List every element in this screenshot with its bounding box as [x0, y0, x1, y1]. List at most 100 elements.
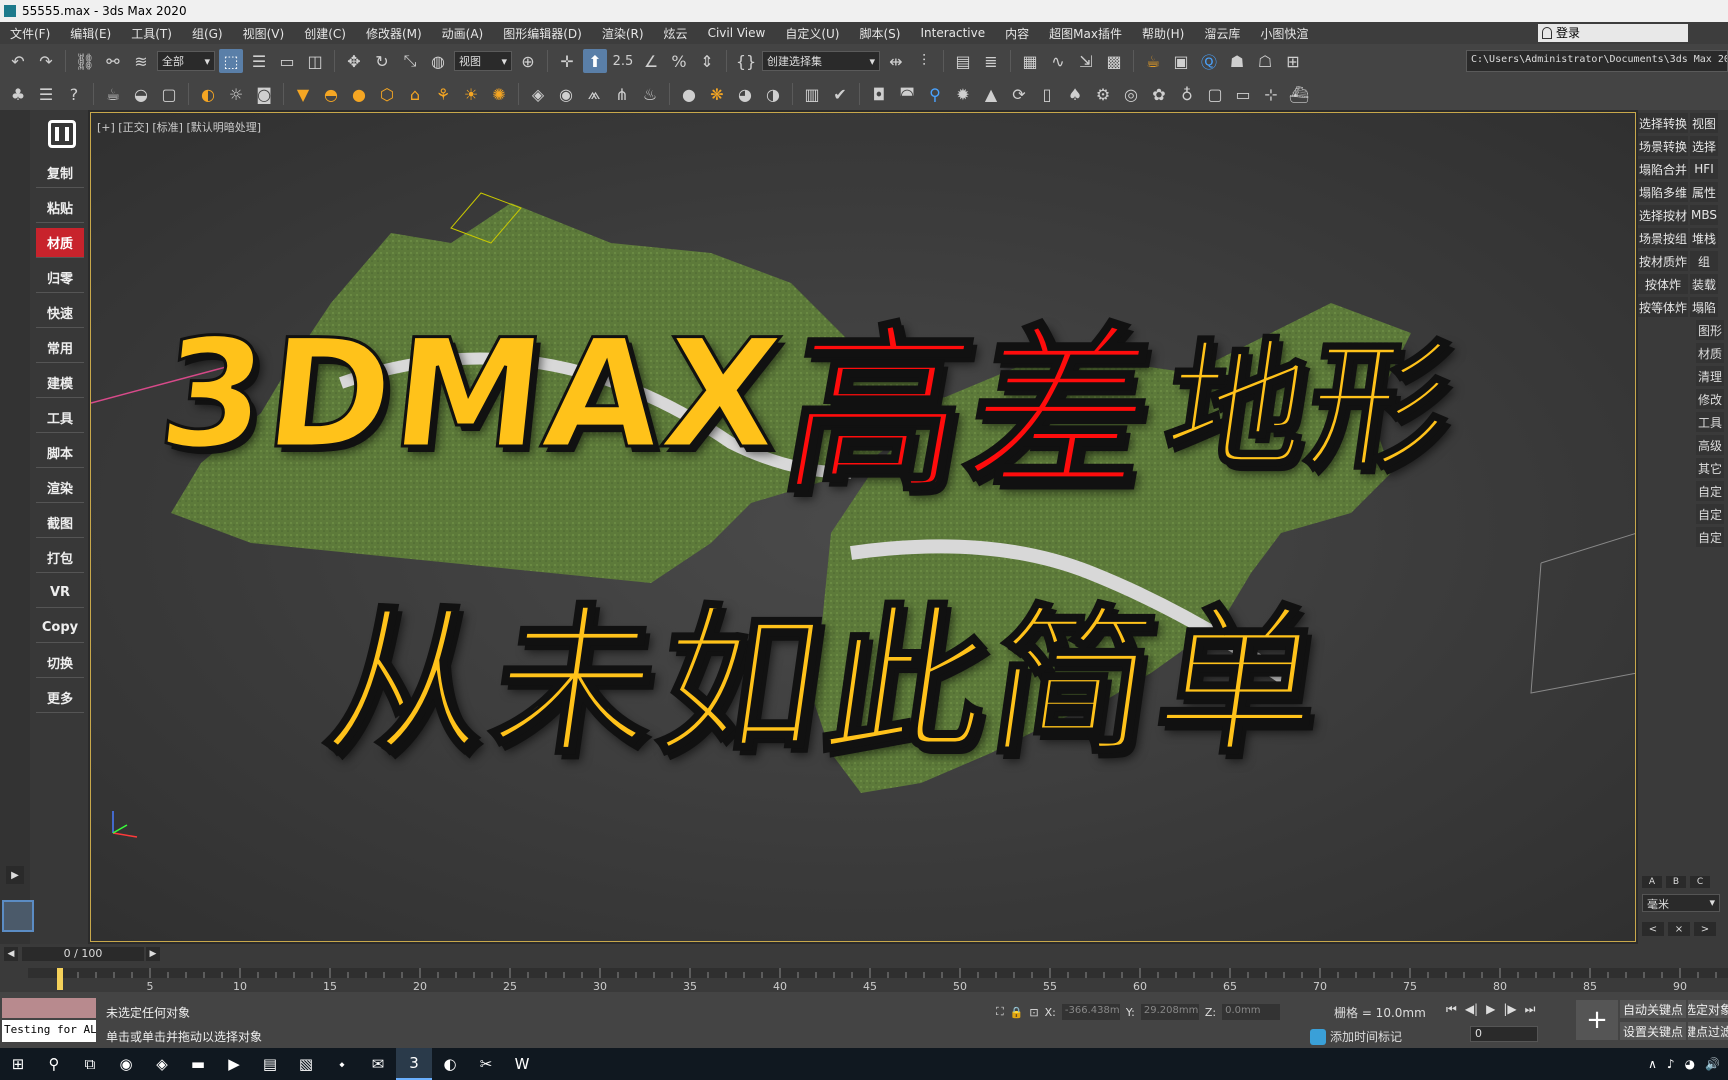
menu-view[interactable]: 视图(V): [233, 25, 295, 42]
scale-icon[interactable]: ⤡: [398, 49, 422, 73]
media-player-icon[interactable]: ▶: [216, 1048, 252, 1080]
plant-icon[interactable]: ♠: [1063, 82, 1087, 106]
menu-group[interactable]: 组(G): [182, 25, 233, 42]
named-selection-dropdown[interactable]: 创建选择集 ▾: [762, 51, 880, 71]
spinner-snap-icon[interactable]: ⇕: [695, 49, 719, 73]
select-object-icon[interactable]: ⬚: [219, 49, 243, 73]
move-icon[interactable]: ✥: [342, 49, 366, 73]
rp-a-button[interactable]: A: [1642, 876, 1662, 888]
plugin-reset[interactable]: 归零: [36, 263, 84, 293]
browser-icon[interactable]: ◐: [432, 1048, 468, 1080]
ies-light-icon[interactable]: ⌂: [403, 82, 427, 106]
rp-scene-by-group[interactable]: 场景按组: [1638, 228, 1688, 248]
menu-xuanyun[interactable]: 炫云: [654, 25, 698, 42]
plugin-script[interactable]: 脚本: [36, 438, 84, 468]
cd-icon[interactable]: ◎: [1119, 82, 1143, 106]
rp-select-convert[interactable]: 选择转换: [1638, 113, 1688, 133]
chevron-left-icon[interactable]: ◀: [4, 947, 18, 961]
selected-dropdown[interactable]: 选定对象: [1688, 1000, 1728, 1018]
rendered-frame-window-icon[interactable]: ▣: [1169, 49, 1193, 73]
reference-coordinate-dropdown[interactable]: 视图 ▾: [454, 51, 512, 71]
plugin-material[interactable]: 材质: [36, 228, 84, 258]
frame-display[interactable]: 0 / 100: [22, 947, 144, 961]
maxscript-listener[interactable]: Testing for ALL: [2, 1020, 96, 1042]
select-manipulate-icon[interactable]: ✛: [555, 49, 579, 73]
menu-edit[interactable]: 编辑(E): [60, 25, 121, 42]
qr-render-icon[interactable]: Ⓠ: [1197, 49, 1221, 73]
crosshair-icon[interactable]: ⊹: [1259, 82, 1283, 106]
pivot-point-icon[interactable]: ⊕: [516, 49, 540, 73]
plugin-paste[interactable]: 粘贴: [36, 193, 84, 223]
undo-icon[interactable]: ↶: [6, 49, 30, 73]
rp-prev-button[interactable]: <: [1642, 922, 1664, 936]
frame-buffer-icon[interactable]: ▥: [800, 82, 824, 106]
rp-next-button[interactable]: >: [1694, 922, 1716, 936]
dome-icon[interactable]: ◒: [129, 82, 153, 106]
rectangle-selection-icon[interactable]: ▭: [275, 49, 299, 73]
folder-icon[interactable]: ▬: [180, 1048, 216, 1080]
auto-key-button[interactable]: 自动关键点: [1620, 1000, 1686, 1018]
rp-custom-2[interactable]: 自定: [1696, 504, 1724, 524]
x-coord-field[interactable]: -366.438mm: [1061, 1004, 1120, 1020]
mesh-light-icon[interactable]: ⬡: [375, 82, 399, 106]
proxy-icon[interactable]: ◈: [526, 82, 550, 106]
rp-tools[interactable]: 工具: [1696, 412, 1724, 432]
rp-advanced[interactable]: 高级: [1696, 435, 1724, 455]
sky-icon[interactable]: ✺: [487, 82, 511, 106]
render-setup-icon[interactable]: ☕: [1141, 49, 1165, 73]
3dsmax-taskbar-icon[interactable]: 3: [396, 1048, 432, 1080]
rp-custom-1[interactable]: 自定: [1696, 481, 1724, 501]
rp-hfi[interactable]: HFI: [1690, 159, 1718, 179]
task-view-icon[interactable]: ⧉: [72, 1048, 108, 1080]
chrome-icon[interactable]: ◉: [108, 1048, 144, 1080]
microphone-icon[interactable]: ♪: [1667, 1057, 1675, 1071]
menu-rendering[interactable]: 渲染(R): [592, 25, 654, 42]
app-icon-2[interactable]: ◈: [144, 1048, 180, 1080]
sun-icon[interactable]: ☀: [459, 82, 483, 106]
ribbon-icon[interactable]: ▦: [1018, 49, 1042, 73]
dome-light-icon[interactable]: ◓: [319, 82, 343, 106]
qq-icon[interactable]: ◕: [1685, 1057, 1695, 1071]
curve-editor-icon[interactable]: ∿: [1046, 49, 1070, 73]
material-slot-icon[interactable]: ◐: [196, 82, 220, 106]
menu-interactive[interactable]: Interactive: [910, 26, 995, 40]
selection-filter-dropdown[interactable]: 全部 ▾: [157, 51, 215, 71]
plugin-copy-en[interactable]: Copy: [36, 613, 84, 643]
plugin-common[interactable]: 常用: [36, 333, 84, 363]
plugin-modeling[interactable]: 建模: [36, 368, 84, 398]
place-icon[interactable]: ◍: [426, 49, 450, 73]
chevron-up-icon[interactable]: ∧: [1648, 1057, 1657, 1071]
palette-icon[interactable]: ◕: [733, 82, 757, 106]
grid-layout-icon[interactable]: ⊞: [1281, 49, 1305, 73]
box-icon[interactable]: ▢: [157, 82, 181, 106]
rp-stack[interactable]: 堆栈: [1690, 228, 1718, 248]
sphere-light-icon[interactable]: ●: [347, 82, 371, 106]
rp-b-button[interactable]: B: [1666, 876, 1686, 888]
add-time-tag[interactable]: 添加时间标记: [1310, 1028, 1402, 1045]
rotate-icon[interactable]: ↻: [370, 49, 394, 73]
gear-icon[interactable]: ⚙: [1091, 82, 1115, 106]
menu-quick-render[interactable]: 小图快渲: [1250, 25, 1318, 42]
plugin-pack[interactable]: 打包: [36, 543, 84, 573]
ambient-light-icon[interactable]: ⚘: [431, 82, 455, 106]
pin-icon[interactable]: ⬩: [324, 1048, 360, 1080]
fur-icon[interactable]: ⩕: [582, 82, 606, 106]
rp-group[interactable]: 组: [1690, 251, 1718, 271]
material-convert-icon[interactable]: ◑: [761, 82, 785, 106]
rp-load[interactable]: 装载: [1690, 274, 1718, 294]
expand-arrow-icon[interactable]: ▶: [6, 866, 24, 884]
window-crossing-icon[interactable]: ◫: [303, 49, 327, 73]
spotlight-icon[interactable]: ▼: [291, 82, 315, 106]
plugin-quick[interactable]: 快速: [36, 298, 84, 328]
menu-customize[interactable]: 自定义(U): [775, 25, 849, 42]
rp-collapse[interactable]: 塌陷: [1690, 297, 1718, 317]
menu-content[interactable]: 内容: [995, 25, 1039, 42]
track-bar[interactable]: 5 10 15 20 25 30 35 40 45 50 55 60 65 70 75 80 85 90: [0, 964, 1728, 992]
keyboard-shortcut-override-icon[interactable]: ⬆: [583, 49, 607, 73]
project-path-field[interactable]: C:\Users\Administrator\Documents\3ds Max…: [1466, 50, 1728, 72]
rp-view[interactable]: 视图: [1690, 113, 1718, 133]
color-wheel-icon[interactable]: ✿: [1147, 82, 1171, 106]
mirror-icon[interactable]: ⇹: [884, 49, 908, 73]
viewport-swatch[interactable]: [2, 900, 34, 932]
frame-icon[interactable]: ▢: [1203, 82, 1227, 106]
